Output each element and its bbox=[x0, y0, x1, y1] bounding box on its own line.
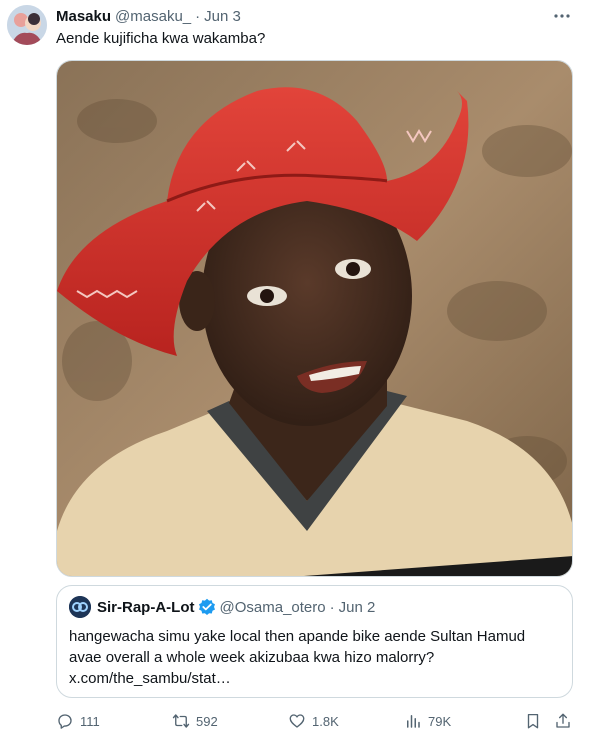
quoted-avatar bbox=[69, 596, 91, 618]
tweet: Masaku @masaku_ · Jun 3 Aende kujificha … bbox=[0, 0, 597, 749]
verified-badge-icon bbox=[198, 598, 216, 616]
quoted-tweet-text: hangewacha simu yake local then apande b… bbox=[69, 626, 564, 689]
reply-icon bbox=[58, 714, 72, 729]
repost-button[interactable]: 592 bbox=[172, 708, 218, 734]
reply-count: 111 bbox=[80, 713, 100, 729]
bookmark-icon bbox=[527, 713, 539, 729]
like-count: 1.8K bbox=[312, 713, 339, 729]
quoted-tweet-header: Sir-Rap-A-Lot @Osama_otero · Jun 2 bbox=[69, 596, 376, 618]
like-button[interactable]: 1.8K bbox=[288, 708, 339, 734]
tweet-header: Masaku @masaku_ · Jun 3 bbox=[56, 6, 241, 26]
quoted-timestamp: Jun 2 bbox=[338, 598, 376, 616]
avatar[interactable] bbox=[7, 5, 47, 45]
views-button[interactable]: 79K bbox=[404, 708, 451, 734]
bookmark-button[interactable] bbox=[524, 708, 542, 734]
tweet-text: Aende kujificha kwa wakamba? bbox=[56, 30, 266, 47]
quoted-display-name: Sir-Rap-A-Lot bbox=[97, 598, 195, 616]
share-icon bbox=[556, 713, 570, 728]
action-bar: 111 592 1.8K 79K bbox=[52, 708, 577, 734]
heart-icon bbox=[289, 714, 305, 728]
more-options-button[interactable] bbox=[550, 4, 574, 28]
quoted-tweet[interactable]: Sir-Rap-A-Lot @Osama_otero · Jun 2 hange… bbox=[56, 585, 573, 698]
photo-image bbox=[57, 61, 572, 576]
separator-dot: · bbox=[329, 598, 335, 616]
separator-dot: · bbox=[195, 7, 201, 25]
repost-count: 592 bbox=[196, 713, 218, 729]
quoted-user-handle: @Osama_otero bbox=[219, 598, 326, 616]
views-chart-icon bbox=[407, 715, 420, 728]
display-name[interactable]: Masaku bbox=[56, 8, 111, 25]
repost-icon bbox=[172, 714, 190, 728]
share-button[interactable] bbox=[554, 708, 572, 734]
tweet-photo[interactable] bbox=[56, 60, 573, 577]
quoted-text-line: avae overall a whole week akizubaa kwa h… bbox=[69, 649, 435, 666]
user-handle[interactable]: @masaku_ bbox=[115, 8, 191, 25]
reply-button[interactable]: 111 bbox=[56, 708, 100, 734]
views-count: 79K bbox=[428, 713, 452, 729]
more-dots-icon bbox=[554, 14, 570, 18]
timestamp[interactable]: Jun 3 bbox=[204, 8, 241, 25]
quoted-text-line: hangewacha simu yake local then apande b… bbox=[69, 628, 526, 645]
quoted-link[interactable]: x.com/the_sambu/stat… bbox=[69, 668, 564, 689]
